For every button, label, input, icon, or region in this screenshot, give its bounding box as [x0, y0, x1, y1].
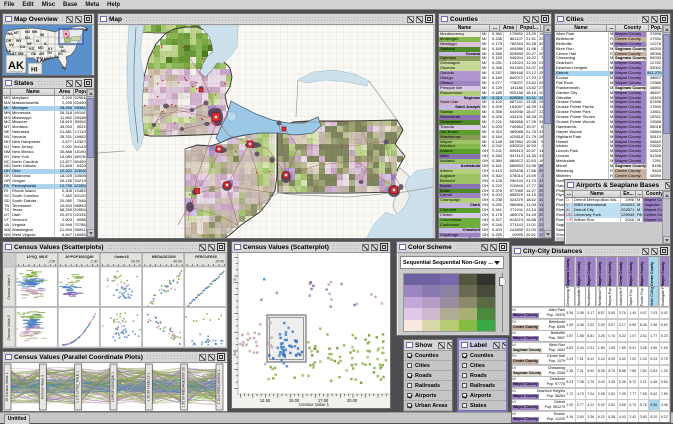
- svg-text:15.00: 15.00: [289, 398, 300, 403]
- svg-text:12.50: 12.50: [260, 398, 271, 403]
- svg-text:2.00: 2.00: [48, 260, 56, 264]
- svg-text:MN: MN: [32, 30, 38, 34]
- svg-text:SC: SC: [58, 52, 63, 56]
- svg-text:Census Value 2: Census Value 2: [40, 375, 44, 400]
- svg-text:WY: WY: [16, 39, 22, 43]
- svg-text:ND: ND: [25, 30, 31, 34]
- svg-text:1 35.00 MEDAGE2000 20.: 1 35.00 MEDAGE2000 20.: [182, 366, 186, 407]
- svg-text:17.50: 17.50: [318, 398, 329, 403]
- svg-text:1 2.5 10*SQ_MILE 1: 1 2.5 10*SQ_MILE 1: [76, 371, 80, 403]
- svg-text:1 20.00 Under18 1: 1 20.00 Under18 1: [146, 372, 150, 401]
- svg-text:10 Census Value 1: 10 Census Value 1: [5, 372, 9, 401]
- svg-text:Under18: Under18: [114, 255, 128, 259]
- svg-text:OK: OK: [31, 52, 37, 56]
- svg-text:NE: NE: [27, 42, 33, 46]
- svg-text:PERCVERS5: PERCVERS5: [195, 255, 218, 259]
- svg-text:AK: AK: [8, 60, 24, 72]
- svg-text:20.00: 20.00: [347, 398, 358, 403]
- svg-text:7.5: 7.5: [233, 278, 237, 283]
- svg-text:ME: ME: [83, 28, 89, 32]
- svg-text:20.00: 20.00: [130, 260, 140, 264]
- svg-text:IA: IA: [36, 39, 40, 43]
- svg-text:20.00: 20.00: [215, 260, 225, 264]
- svg-text:HI: HI: [31, 67, 38, 74]
- svg-text:WA: WA: [7, 32, 13, 36]
- svg-text:MT: MT: [14, 31, 20, 35]
- svg-text:WI: WI: [40, 33, 44, 37]
- svg-text:2.30: 2.30: [90, 260, 98, 264]
- svg-text:MO: MO: [38, 46, 44, 50]
- svg-text:NV: NV: [9, 43, 15, 47]
- svg-text:TN: TN: [47, 51, 52, 55]
- svg-text:1 20.0 PERCVERS5 1: 1 20.0 PERCVERS5 1: [217, 370, 221, 405]
- svg-text:AR: AR: [39, 52, 45, 56]
- svg-text:Census Value 1: Census Value 1: [7, 275, 11, 300]
- svg-text:CA: CA: [6, 49, 12, 53]
- svg-text:10*SQ_MILE: 10*SQ_MILE: [27, 255, 49, 259]
- svg-text:KS: KS: [29, 47, 35, 51]
- svg-text:MEDAGE2000: MEDAGE2000: [152, 255, 176, 259]
- svg-text:Census Value 2: Census Value 2: [7, 315, 11, 340]
- svg-text:10*POP100SQMI 1: 10*POP100SQMI 1: [111, 372, 115, 402]
- svg-text:SD: SD: [25, 36, 30, 40]
- svg-text:10*POP100SQMI: 10*POP100SQMI: [65, 255, 94, 259]
- svg-text:CO: CO: [20, 45, 26, 49]
- svg-text:40.00: 40.00: [173, 260, 182, 264]
